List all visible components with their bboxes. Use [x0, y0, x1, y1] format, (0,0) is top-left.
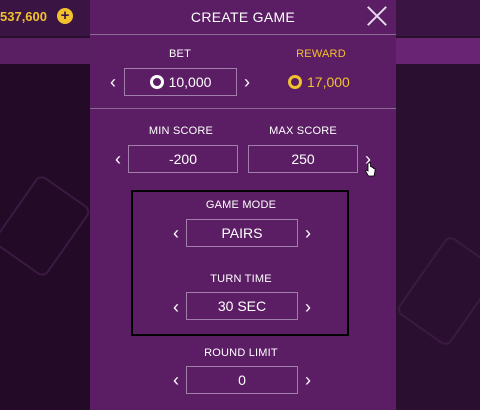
round-limit-label: ROUND LIMIT [204, 347, 278, 359]
bet-increase-arrow[interactable]: › [240, 73, 254, 91]
game-mode-increase-arrow[interactable]: › [301, 224, 315, 242]
game-mode-decrease-arrow[interactable]: ‹ [169, 224, 183, 242]
chip-icon [149, 75, 164, 89]
max-score-label: MAX SCORE [269, 125, 337, 137]
background-left-pane [0, 64, 93, 410]
max-score-field[interactable]: 250 [248, 145, 358, 173]
bet-value: 10,000 [168, 74, 212, 90]
close-icon[interactable] [366, 5, 388, 27]
reward-value: 17,000 [288, 74, 350, 90]
balance-amount: 537,600 [0, 9, 47, 24]
min-score-decrease-arrow[interactable]: ‹ [111, 150, 125, 168]
game-mode-field[interactable]: PAIRS [186, 219, 298, 247]
bet-label: BET [169, 48, 191, 60]
gold-chip-icon [288, 75, 302, 89]
reward-label: REWARD [296, 48, 346, 60]
hand-cursor-icon [364, 162, 376, 177]
turn-time-increase-arrow[interactable]: › [301, 298, 315, 316]
turn-time-label: TURN TIME [210, 273, 272, 285]
round-limit-field[interactable]: 0 [186, 366, 298, 394]
background-right-pane [394, 64, 480, 410]
reward-amount: 17,000 [307, 74, 350, 90]
card-decoration [394, 234, 480, 348]
min-score-label: MIN SCORE [148, 125, 214, 137]
turn-time-field[interactable]: 30 SEC [186, 292, 298, 320]
turn-time-decrease-arrow[interactable]: ‹ [169, 298, 183, 316]
game-mode-label: GAME MODE [205, 199, 277, 211]
section-divider [90, 108, 396, 109]
title-divider [90, 34, 396, 35]
card-decoration [0, 173, 93, 279]
bet-field[interactable]: 10,000 [124, 68, 237, 96]
min-score-field[interactable]: -200 [128, 145, 238, 173]
round-limit-decrease-arrow[interactable]: ‹ [169, 371, 183, 389]
plus-circle-icon[interactable]: + [57, 8, 73, 24]
background-strip-right [396, 38, 480, 64]
round-limit-increase-arrow[interactable]: › [301, 371, 315, 389]
bet-decrease-arrow[interactable]: ‹ [106, 73, 120, 91]
create-game-modal: CREATE GAME BET REWARD ‹ 10,000 › 17,000… [90, 0, 396, 410]
modal-title: CREATE GAME [190, 9, 296, 25]
